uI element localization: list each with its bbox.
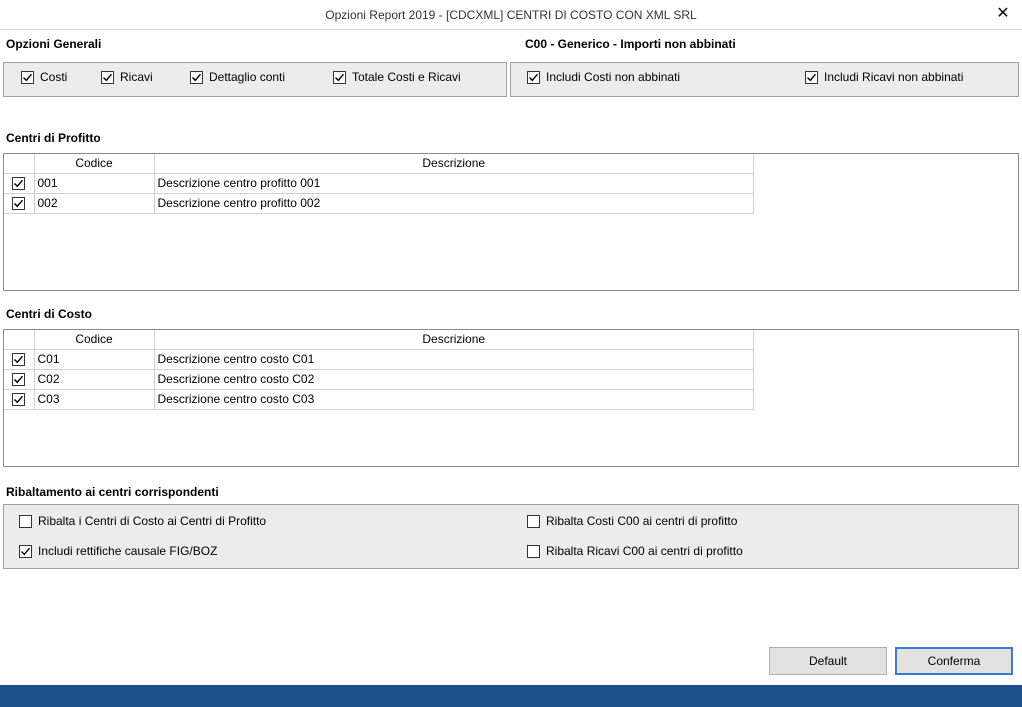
checkbox-ribalta-centri-costo-label: Ribalta i Centri di Costo ai Centri di P… [38,514,267,528]
checkbox-ricavi-box[interactable] [101,70,114,84]
opzioni-generali-group: Costi Ricavi Dettaglio conti Totale Cost… [3,62,507,97]
checkbox-dettaglio-conti[interactable]: Dettaglio conti [190,70,285,84]
row-codice[interactable]: 001 [34,173,155,194]
row-checkbox[interactable] [12,177,26,191]
checkbox-ribalta-ricavi-c00-label: Ribalta Ricavi C00 ai centri di profitto [546,544,743,558]
table-row[interactable]: 002 Descrizione centro profitto 002 [4,193,754,214]
default-button[interactable]: Default [769,647,887,675]
window-title: Opzioni Report 2019 - [CDCXML] CENTRI DI… [325,8,697,22]
row-check-cell[interactable] [4,193,35,214]
checkbox-ricavi[interactable]: Ricavi [101,70,153,84]
checkbox-ribalta-costi-c00[interactable]: Ribalta Costi C00 ai centri di profitto [527,514,737,528]
ribaltamento-group: Ribalta i Centri di Costo ai Centri di P… [3,504,1019,569]
checkbox-includi-ricavi-box[interactable] [805,70,818,84]
checkbox-dettaglio-conti-label: Dettaglio conti [209,70,286,84]
conferma-button[interactable]: Conferma [895,647,1013,675]
title-bar: Opzioni Report 2019 - [CDCXML] CENTRI DI… [0,0,1022,30]
close-icon[interactable]: ✕ [992,4,1014,24]
row-check-cell[interactable] [4,369,35,390]
checkbox-includi-costi[interactable]: Includi Costi non abbinati [527,70,680,84]
row-codice[interactable]: C02 [34,369,155,390]
header-check-cell [4,330,35,350]
checkbox-includi-rettifiche-label: Includi rettifiche causale FIG/BOZ [38,544,218,558]
table-row[interactable]: C03 Descrizione centro costo C03 [4,389,754,410]
ribaltamento-title: Ribaltamento ai centri corrispondenti [6,485,219,499]
checkbox-costi-box[interactable] [21,70,34,84]
centri-costo-title: Centri di Costo [6,307,92,321]
row-checkbox[interactable] [12,373,26,387]
table-row[interactable]: C02 Descrizione centro costo C02 [4,369,754,390]
checkbox-ribalta-centri-costo-box[interactable] [19,514,32,528]
footer-bar [0,685,1022,707]
row-codice[interactable]: 002 [34,193,155,214]
checkbox-totale-costi-ricavi-box[interactable] [333,70,346,84]
table-row[interactable]: 001 Descrizione centro profitto 001 [4,173,754,194]
checkbox-totale-costi-ricavi-label: Totale Costi e Ricavi [352,70,461,84]
c00-title: C00 - Generico - Importi non abbinati [525,37,736,51]
checkbox-ribalta-costi-c00-box[interactable] [527,514,540,528]
checkbox-ribalta-ricavi-c00-box[interactable] [527,544,540,558]
header-descrizione[interactable]: Descrizione [154,154,754,174]
row-checkbox[interactable] [12,197,26,211]
checkbox-includi-costi-box[interactable] [527,70,540,84]
checkbox-includi-rettifiche-box[interactable] [19,544,32,558]
checkbox-ribalta-centri-costo[interactable]: Ribalta i Centri di Costo ai Centri di P… [19,514,266,528]
checkbox-includi-rettifiche[interactable]: Includi rettifiche causale FIG/BOZ [19,544,217,558]
centri-costo-table: Codice Descrizione C01 Descrizione centr… [4,330,754,410]
checkbox-ribalta-ricavi-c00[interactable]: Ribalta Ricavi C00 ai centri di profitto [527,544,743,558]
checkbox-ricavi-label: Ricavi [120,70,153,84]
c00-group: Includi Costi non abbinati Includi Ricav… [510,62,1019,97]
table-row[interactable]: C01 Descrizione centro costo C01 [4,349,754,370]
row-codice[interactable]: C01 [34,349,155,370]
centri-profitto-title: Centri di Profitto [6,131,101,145]
checkbox-includi-ricavi[interactable]: Includi Ricavi non abbinati [805,70,963,84]
row-descrizione[interactable]: Descrizione centro costo C02 [154,369,754,390]
checkbox-includi-ricavi-label: Includi Ricavi non abbinati [824,70,964,84]
row-descrizione[interactable]: Descrizione centro profitto 002 [154,193,754,214]
row-descrizione[interactable]: Descrizione centro costo C03 [154,389,754,410]
row-check-cell[interactable] [4,349,35,370]
table-header-row: Codice Descrizione [4,154,754,174]
checkbox-dettaglio-conti-box[interactable] [190,70,203,84]
centri-profitto-table: Codice Descrizione 001 Descrizione centr… [4,154,754,214]
checkbox-costi-label: Costi [40,70,68,84]
row-check-cell[interactable] [4,389,35,410]
header-codice[interactable]: Codice [34,154,155,174]
opzioni-generali-title: Opzioni Generali [6,37,102,51]
row-checkbox[interactable] [12,353,26,367]
header-descrizione[interactable]: Descrizione [154,330,754,350]
row-codice[interactable]: C03 [34,389,155,410]
row-checkbox[interactable] [12,393,26,407]
checkbox-includi-costi-label: Includi Costi non abbinati [546,70,681,84]
checkbox-costi[interactable]: Costi [21,70,67,84]
table-header-row: Codice Descrizione [4,330,754,350]
centri-costo-grid[interactable]: Codice Descrizione C01 Descrizione centr… [3,329,1019,467]
centri-profitto-grid[interactable]: Codice Descrizione 001 Descrizione centr… [3,153,1019,291]
row-check-cell[interactable] [4,173,35,194]
checkbox-totale-costi-ricavi[interactable]: Totale Costi e Ricavi [333,70,461,84]
header-codice[interactable]: Codice [34,330,155,350]
row-descrizione[interactable]: Descrizione centro profitto 001 [154,173,754,194]
header-check-cell [4,154,35,174]
row-descrizione[interactable]: Descrizione centro costo C01 [154,349,754,370]
checkbox-ribalta-costi-c00-label: Ribalta Costi C00 ai centri di profitto [546,514,738,528]
